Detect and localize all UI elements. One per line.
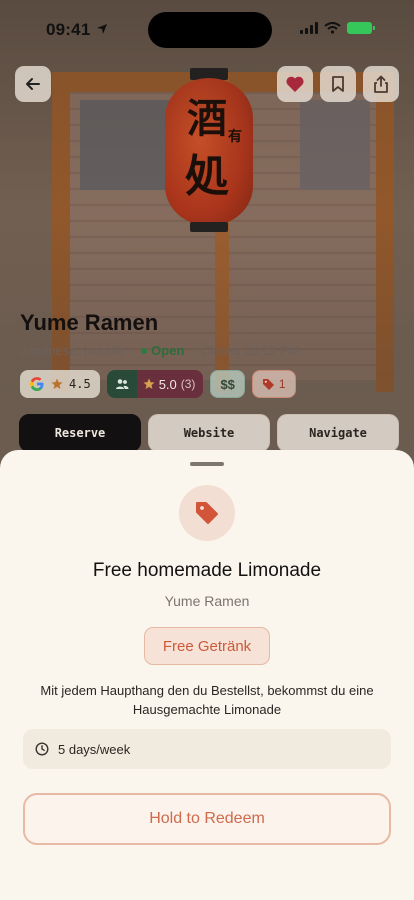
deals-pill[interactable]: 1 [251, 370, 296, 398]
tag-icon [262, 378, 274, 390]
navigate-button[interactable]: Navigate [277, 414, 399, 452]
deal-type-badge: Free Getränk [144, 627, 270, 665]
favorite-button[interactable] [277, 66, 313, 102]
cuisine-label: Japanese, Noodle [20, 343, 125, 358]
clock-icon [35, 742, 49, 756]
schedule-text: 5 days/week [58, 741, 131, 757]
rating-pills: 4.5 5.0 (3) $$ 1 [20, 370, 296, 398]
back-button[interactable] [15, 66, 51, 102]
status-bar: 09:41 [0, 0, 414, 54]
sheet-grabber[interactable] [190, 462, 224, 466]
restaurant-meta: Japanese, Noodle · Open · Closes 10:15 P… [20, 343, 300, 358]
deal-title: Free homemade Limonade [92, 560, 322, 581]
action-buttons: Reserve Website Navigate [19, 414, 399, 452]
community-rating-pill[interactable]: 5.0 (3) [106, 370, 204, 398]
deal-restaurant: Yume Ramen [164, 593, 250, 609]
restaurant-name: Yume Ramen [20, 310, 159, 335]
closing-time: Closes 10:15 PM [200, 343, 300, 358]
google-rating-value: 4.5 [69, 377, 91, 391]
battery-icon [347, 22, 375, 34]
google-rating-pill[interactable]: 4.5 [20, 370, 100, 398]
star-icon [51, 378, 63, 389]
wifi-icon [324, 22, 341, 34]
status-time: 09:41 [46, 20, 91, 39]
star-icon [143, 378, 155, 389]
deal-icon-circle [179, 485, 235, 541]
community-rating-value: 5.0 [158, 376, 177, 392]
bookmark-button[interactable] [320, 66, 356, 102]
share-button[interactable] [363, 66, 399, 102]
reserve-button[interactable]: Reserve [19, 414, 141, 452]
deal-description: Mit jedem Haupthang den du Bestellst, be… [40, 683, 374, 717]
tag-icon [196, 502, 218, 524]
website-button[interactable]: Website [148, 414, 270, 452]
heart-icon [286, 76, 304, 92]
signal-icon [300, 22, 318, 34]
back-arrow-icon [26, 78, 40, 90]
deal-schedule: 5 days/week [23, 729, 391, 769]
community-rating-count: (3) [180, 377, 196, 391]
open-status: Open [141, 343, 184, 358]
hold-to-redeem-button[interactable]: Hold to Redeem [23, 793, 391, 845]
price-pill[interactable]: $$ [210, 370, 245, 398]
deals-count: 1 [278, 377, 286, 391]
deal-sheet: Free homemade Limonade Yume Ramen Free G… [0, 450, 414, 900]
google-icon [30, 377, 44, 391]
bookmark-icon [332, 76, 344, 92]
share-icon [374, 75, 388, 93]
people-icon [115, 379, 129, 389]
dynamic-island [148, 12, 272, 48]
open-dot-icon [141, 347, 148, 354]
location-arrow-icon [97, 24, 107, 34]
